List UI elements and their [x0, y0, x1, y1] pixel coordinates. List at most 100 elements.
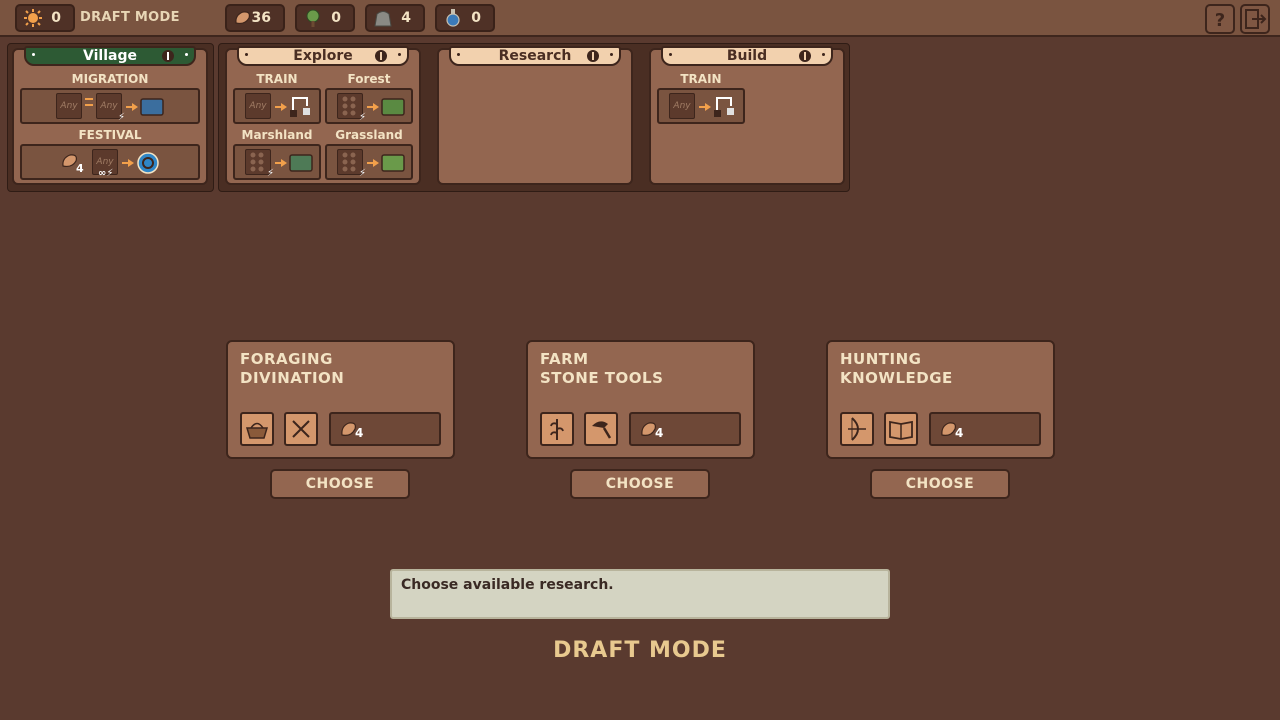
- migration-label: MIGRATION: [71, 72, 149, 86]
- arrow-icon: [367, 103, 379, 111]
- arrow-icon: [699, 103, 711, 111]
- cost-box: 4: [329, 412, 441, 446]
- choice-title-line1: FORAGING: [240, 350, 333, 368]
- question-icon: ?: [1215, 10, 1225, 31]
- forest-tile-icon: [381, 98, 405, 116]
- research-tab: Research: [449, 46, 621, 66]
- marshland-action[interactable]: ⚡: [233, 144, 321, 180]
- festival-action[interactable]: 4 Any ∞⚡: [20, 144, 200, 180]
- village-panel: Village MIGRATION Any Any ⚡ FESTIVAL 4 A…: [12, 46, 208, 185]
- book-icon: [884, 412, 918, 446]
- crossed-tools-icon: [284, 412, 318, 446]
- cost-value: 4: [955, 426, 964, 440]
- arrow-icon: [367, 159, 379, 167]
- stone-icon: [374, 11, 392, 27]
- choose-button[interactable]: CHOOSE: [570, 469, 710, 499]
- potion-value: 0: [471, 10, 481, 26]
- migration-action[interactable]: Any Any ⚡: [20, 88, 200, 124]
- tree-icon: [306, 9, 320, 27]
- arrow-icon: [126, 103, 138, 111]
- train-label: TRAIN: [256, 72, 298, 86]
- food-resource: 36: [225, 4, 285, 32]
- alert-icon: [587, 50, 599, 62]
- basket-icon: [240, 412, 274, 446]
- cost-box: 4: [629, 412, 741, 446]
- potion-icon: [446, 9, 460, 27]
- equals-icon: [85, 98, 93, 106]
- choice-title-line2: STONE TOOLS: [540, 369, 664, 387]
- exit-icon: [1245, 9, 1267, 29]
- research-panel: Research: [437, 46, 633, 185]
- explore-title: Explore: [293, 48, 353, 64]
- bolt-icon: ⚡: [267, 168, 275, 179]
- festival-label: FESTIVAL: [78, 128, 142, 142]
- grassland-label: Grassland: [335, 128, 403, 142]
- infinity-bolt-icon: ∞⚡: [98, 168, 114, 179]
- stone-resource: 4: [365, 4, 425, 32]
- choice-title-line2: DIVINATION: [240, 369, 345, 387]
- marsh-tile-icon: [289, 154, 313, 172]
- sun-resource: 0: [15, 4, 75, 32]
- research-choice-1: FORAGING DIVINATION 4: [226, 340, 455, 459]
- message-box: Choose available research.: [390, 569, 890, 619]
- mode-label: DRAFT MODE: [80, 10, 180, 25]
- choice-title: FARM STONE TOOLS: [540, 350, 663, 388]
- cost-value: 4: [355, 426, 364, 440]
- bow-icon: [840, 412, 874, 446]
- message-text: Choose available research.: [401, 577, 614, 593]
- stone-value: 4: [401, 10, 411, 26]
- build-panel: Build TRAIN Any: [649, 46, 845, 185]
- bolt-icon: ⚡: [359, 112, 367, 123]
- build-tab: Build: [661, 46, 833, 66]
- stone-axe-icon: [584, 412, 618, 446]
- food-icon: [235, 11, 250, 25]
- wheat-icon: [540, 412, 574, 446]
- target-icon: [137, 152, 159, 174]
- explore-panel: Explore TRAIN Forest Any ⚡ Marshland Gra…: [225, 46, 421, 185]
- svg-text:?: ?: [1215, 10, 1225, 31]
- exit-button[interactable]: [1240, 4, 1270, 34]
- build-train-action[interactable]: Any: [657, 88, 745, 124]
- arrow-icon: [275, 159, 287, 167]
- grassland-action[interactable]: ⚡: [325, 144, 413, 180]
- research-choice-2: FARM STONE TOOLS 4: [526, 340, 755, 459]
- cost-value: 4: [655, 426, 664, 440]
- festival-cost: 4: [76, 162, 84, 175]
- alert-icon: [375, 50, 387, 62]
- build-title: Build: [726, 48, 768, 64]
- food-value: 36: [251, 10, 271, 26]
- potion-resource: 0: [435, 4, 495, 32]
- arrow-icon: [275, 103, 287, 111]
- worker-slot[interactable]: Any: [669, 93, 695, 119]
- sun-icon: [24, 9, 42, 27]
- grass-tile-icon: [381, 154, 405, 172]
- cost-box: 4: [929, 412, 1041, 446]
- choice-title-line1: HUNTING: [840, 350, 922, 368]
- worker-slot[interactable]: Any: [245, 93, 271, 119]
- train-action[interactable]: Any: [233, 88, 321, 124]
- forest-label: Forest: [347, 72, 391, 86]
- arrow-icon: [122, 159, 134, 167]
- choice-title: FORAGING DIVINATION: [240, 350, 344, 388]
- research-title: Research: [498, 48, 572, 64]
- water-tile-icon: [140, 98, 164, 116]
- bolt-icon: ⚡: [118, 112, 126, 123]
- choice-title-line2: KNOWLEDGE: [840, 369, 953, 387]
- alert-icon: [162, 50, 174, 62]
- village-title: Village: [83, 48, 137, 64]
- worker-slot[interactable]: Any: [56, 93, 82, 119]
- research-choice-3: HUNTING KNOWLEDGE 4: [826, 340, 1055, 459]
- help-button[interactable]: ?: [1205, 4, 1235, 34]
- train-icon: [290, 97, 310, 117]
- sun-value: 0: [51, 10, 61, 26]
- mode-indicator: DRAFT MODE: [553, 638, 727, 663]
- alert-icon: [799, 50, 811, 62]
- choice-title-line1: FARM: [540, 350, 589, 368]
- marshland-label: Marshland: [241, 128, 313, 142]
- village-tab: Village: [24, 46, 196, 66]
- train-icon: [714, 97, 734, 117]
- choose-button[interactable]: CHOOSE: [870, 469, 1010, 499]
- choose-button[interactable]: CHOOSE: [270, 469, 410, 499]
- top-bar: 0 DRAFT MODE 36 0 4 0 ?: [0, 0, 1280, 37]
- forest-action[interactable]: ⚡: [325, 88, 413, 124]
